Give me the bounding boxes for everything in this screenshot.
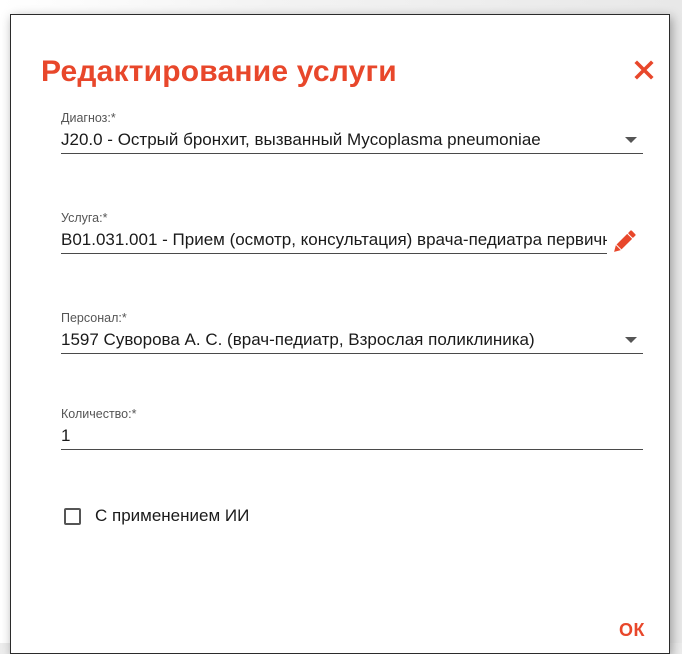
edit-service-button[interactable] [609, 227, 639, 257]
service-input[interactable]: B01.031.001 - Прием (осмотр, консультаци… [61, 226, 607, 254]
quantity-field: Количество:* 1 [61, 407, 643, 450]
quantity-label: Количество:* [61, 407, 137, 421]
ai-option-row[interactable]: С применением ИИ [64, 505, 249, 527]
diagnosis-select[interactable]: J20.0 - Острый бронхит, вызванный Mycopl… [61, 126, 643, 154]
edit-service-dialog: Редактирование услуги Диагноз:* J20.0 - … [10, 14, 670, 654]
service-value: B01.031.001 - Прием (осмотр, консультаци… [61, 230, 607, 249]
staff-label: Персонал:* [61, 311, 127, 325]
service-label: Услуга:* [61, 211, 108, 225]
diagnosis-label: Диагноз:* [61, 111, 116, 125]
quantity-input[interactable]: 1 [61, 422, 643, 450]
diagnosis-field: Диагноз:* J20.0 - Острый бронхит, вызван… [61, 111, 643, 154]
dialog-title: Редактирование услуги [41, 55, 397, 88]
staff-select[interactable]: 1597 Суворова А. С. (врач-педиатр, Взрос… [61, 326, 643, 354]
quantity-value: 1 [61, 426, 71, 445]
service-field: Услуга:* B01.031.001 - Прием (осмотр, ко… [61, 211, 607, 254]
staff-field: Персонал:* 1597 Суворова А. С. (врач-пед… [61, 311, 643, 354]
pencil-icon [614, 230, 636, 252]
diagnosis-value: J20.0 - Острый бронхит, вызванный Mycopl… [61, 130, 541, 149]
ok-button[interactable]: ОК [619, 620, 645, 641]
staff-value: 1597 Суворова А. С. (врач-педиатр, Взрос… [61, 330, 535, 349]
ai-checkbox-label: С применением ИИ [95, 506, 250, 525]
chevron-down-icon[interactable] [625, 137, 637, 143]
ai-checkbox[interactable] [64, 507, 81, 525]
close-button[interactable] [633, 59, 655, 81]
chevron-down-icon[interactable] [625, 337, 637, 343]
close-icon [634, 60, 654, 80]
